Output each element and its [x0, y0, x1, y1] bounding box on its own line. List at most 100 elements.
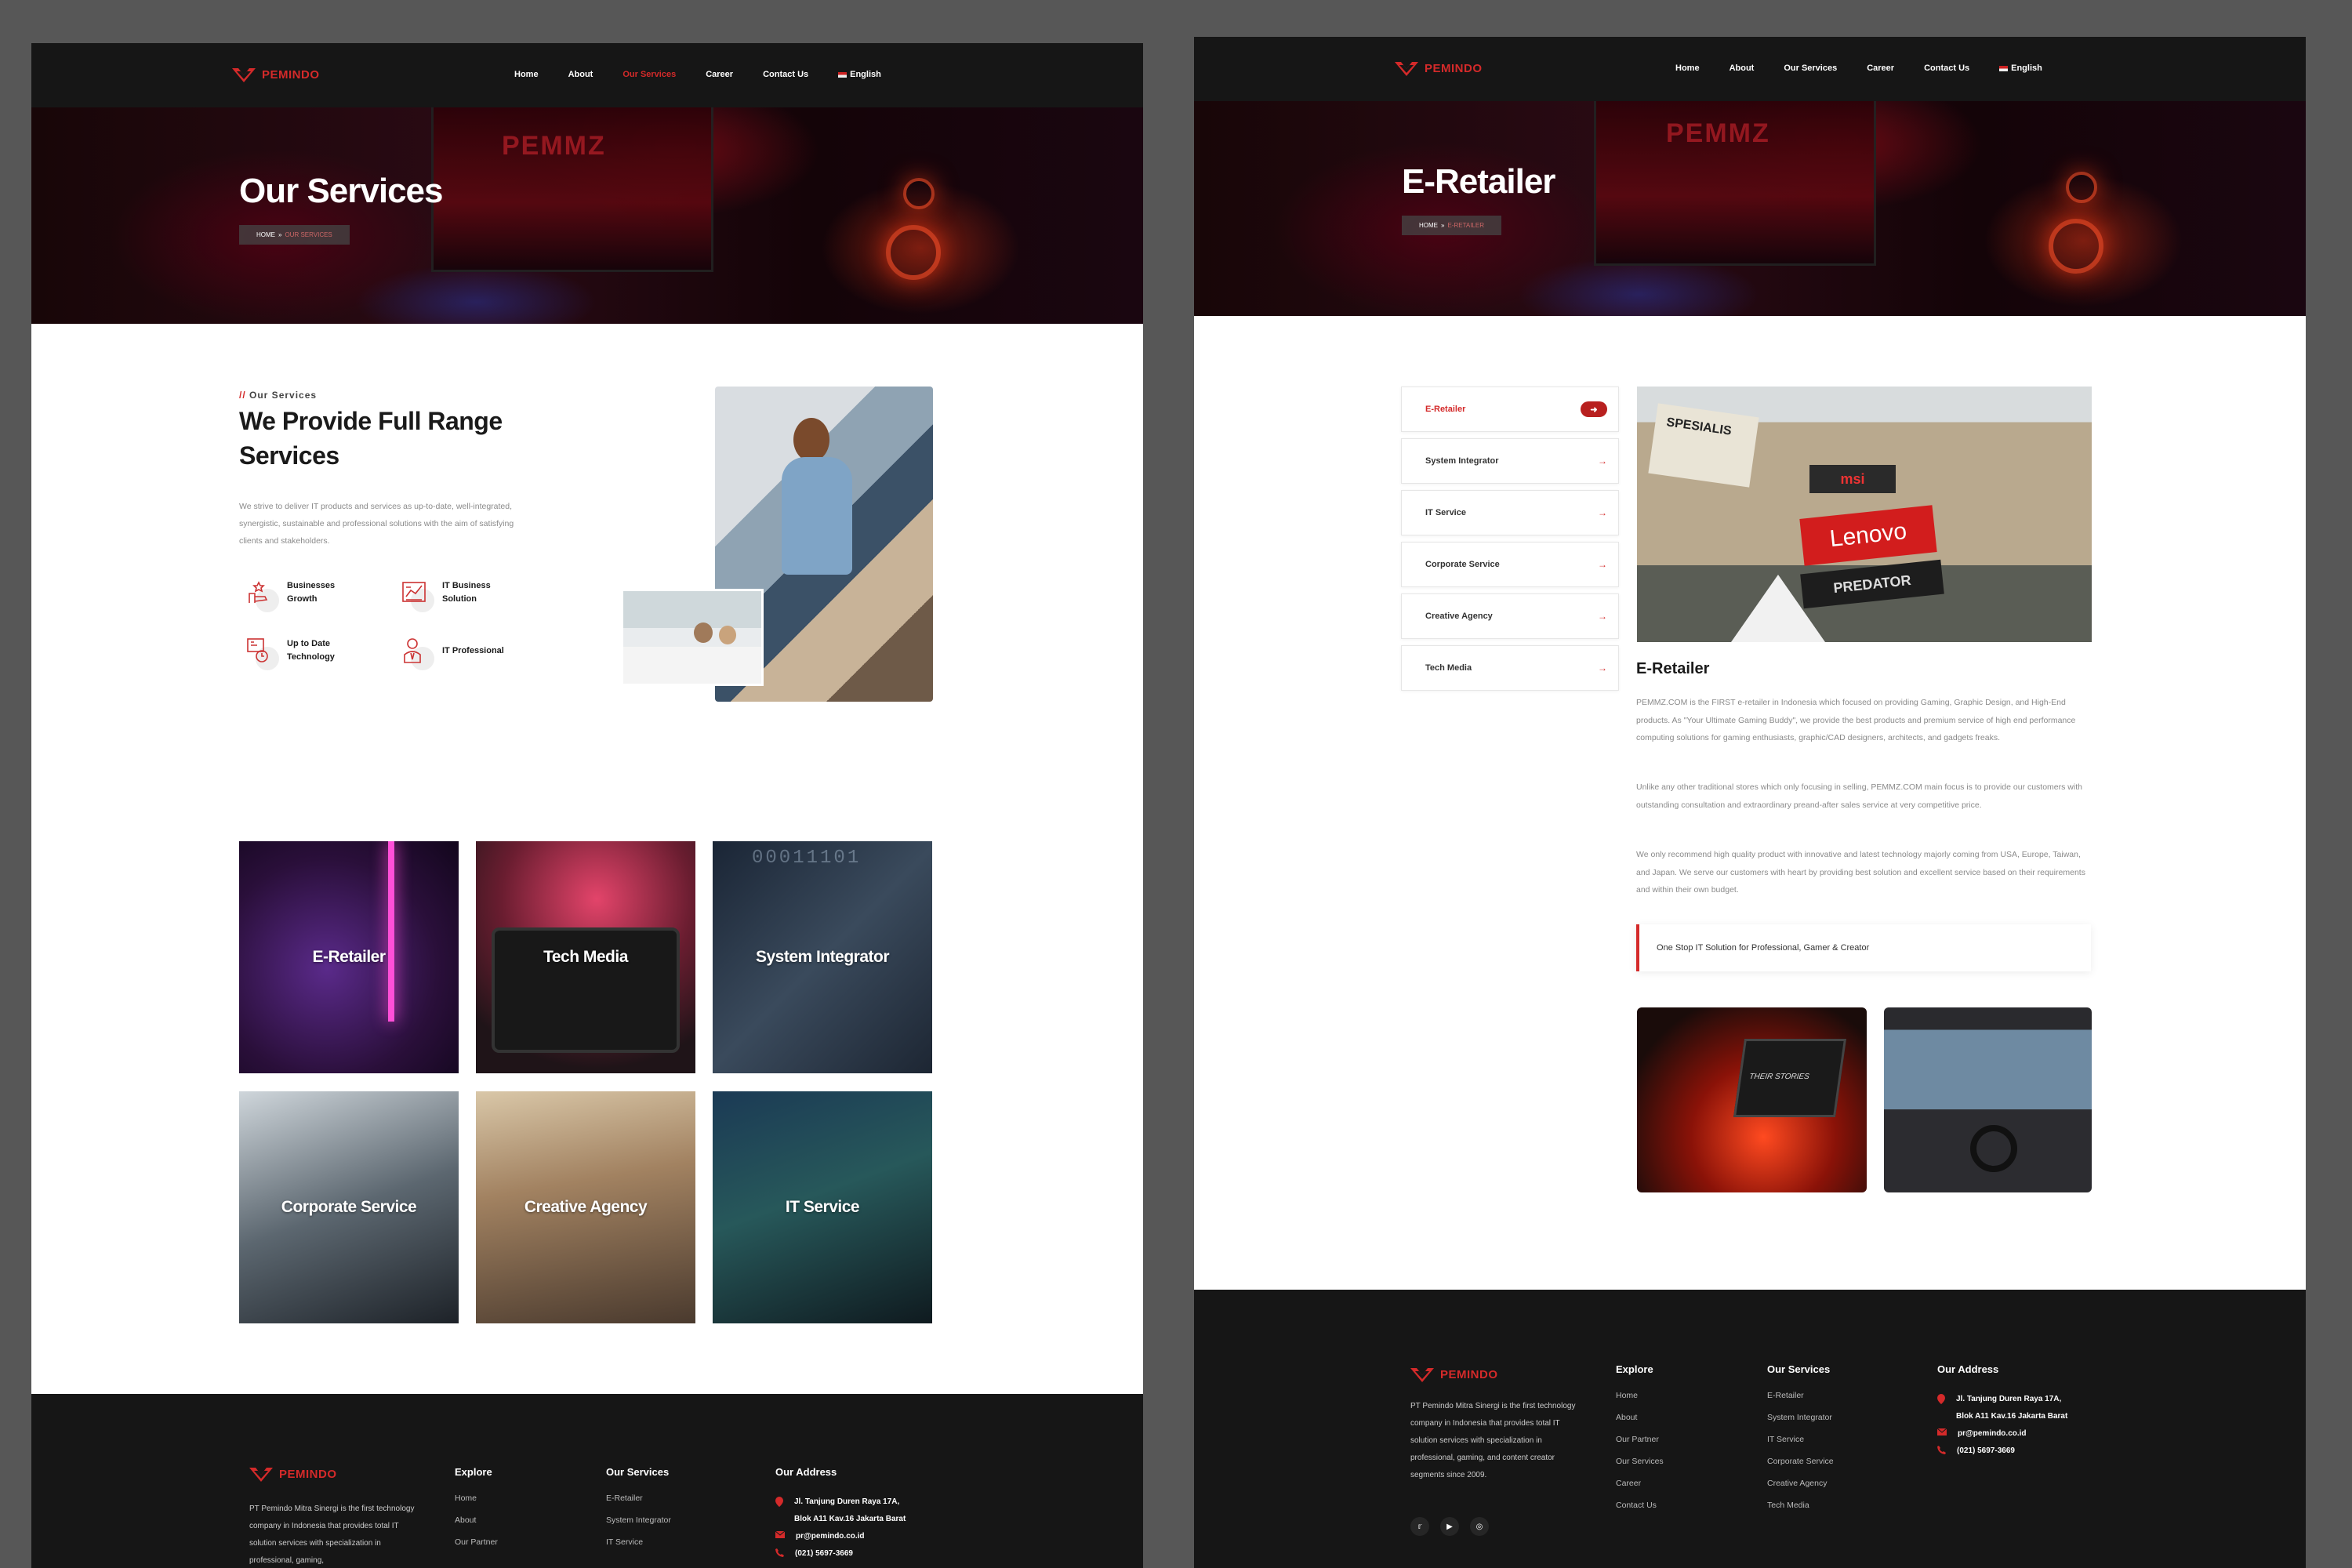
phone-line[interactable]: (021) 5697-3669 [1937, 1443, 2067, 1460]
service-tile-creative-agency[interactable]: Creative Agency [476, 1091, 695, 1323]
brand-logo[interactable]: PEMINDO [230, 65, 320, 84]
instagram-icon[interactable]: ◎ [1470, 1517, 1489, 1536]
main-menu: Home About Our Services Career Contact U… [514, 70, 881, 79]
professional-icon [398, 634, 434, 670]
chart-icon [398, 576, 434, 612]
sidebar-item-system-integrator[interactable]: System Integrator → [1401, 438, 1619, 484]
feature-item: Up to Date Technology [243, 634, 358, 670]
footer-link[interactable]: Tech Media [1767, 1501, 1834, 1510]
footer-email[interactable]: pr@pemindo.co.id [796, 1528, 865, 1545]
footer-phone[interactable]: (021) 5697-3669 [795, 1545, 853, 1563]
site-footer: PEMINDO PT Pemindo Mitra Sinergi is the … [1194, 1290, 2306, 1568]
tile-label: Creative Agency [524, 1198, 648, 1216]
language-selector[interactable]: English [1999, 64, 2042, 73]
social-links: 𝕣 ▶ ◎ [1410, 1517, 1489, 1536]
phone-icon [775, 1548, 784, 1557]
nav-about[interactable]: About [568, 70, 593, 79]
footer-link[interactable]: Career [1616, 1479, 1664, 1488]
breadcrumb-current: OUR SERVICES [285, 231, 332, 238]
logo-icon [248, 1465, 274, 1483]
flag-icon [1999, 65, 2009, 71]
footer-logo[interactable]: PEMINDO [1409, 1365, 1498, 1384]
nav-home[interactable]: Home [514, 70, 539, 79]
breadcrumb-home[interactable]: HOME [256, 231, 275, 238]
service-tile-e-retailer[interactable]: E-Retailer [239, 841, 459, 1073]
arrow-right-icon: → [1598, 662, 1607, 673]
footer-services: Our Services E-Retailer System Integrato… [1767, 1363, 1834, 1523]
nav-career[interactable]: Career [706, 70, 733, 79]
content-paragraph: PEMMZ.COM is the FIRST e-retailer in Ind… [1636, 698, 2076, 742]
service-tile-corporate-service[interactable]: Corporate Service [239, 1091, 459, 1323]
footer-address: Our Address Jl. Tanjung Duren Raya 17A, B… [775, 1466, 906, 1563]
page-hero: PEMMZ Our Services HOME » OUR SERVICES [31, 107, 1143, 324]
address-1: Jl. Tanjung Duren Raya 17A, [794, 1497, 900, 1506]
hero-fan [2049, 219, 2103, 274]
nav-our-services[interactable]: Our Services [622, 70, 676, 79]
address-1: Jl. Tanjung Duren Raya 17A, [1956, 1395, 2062, 1403]
language-selector[interactable]: English [838, 70, 881, 79]
footer-phone[interactable]: (021) 5697-3669 [1957, 1443, 2015, 1460]
youtube-icon[interactable]: ▶ [1440, 1517, 1459, 1536]
page-title: E-Retailer [1402, 162, 1555, 201]
footer-services: Our Services E-Retailer System Integrato… [606, 1466, 671, 1559]
footer-link[interactable]: About [455, 1515, 498, 1525]
address-line: Jl. Tanjung Duren Raya 17A, Blok A11 Kav.… [1937, 1391, 2067, 1425]
feature-label: Up to Date Technology [287, 639, 335, 662]
nav-contact[interactable]: Contact Us [763, 70, 808, 79]
breadcrumb-current: E-RETAILER [1447, 222, 1484, 229]
email-line[interactable]: pr@pemindo.co.id [1937, 1425, 2067, 1443]
sidebar-label: Creative Agency [1425, 612, 1493, 621]
footer-link[interactable]: System Integrator [606, 1515, 671, 1525]
highlight-quote: One Stop IT Solution for Professional, G… [1636, 924, 2091, 971]
footer-heading: Our Services [606, 1466, 670, 1478]
footer-logo[interactable]: PEMINDO [248, 1465, 337, 1483]
footer-link[interactable]: E-Retailer [606, 1494, 671, 1503]
logo-icon [230, 65, 257, 84]
footer-heading: Explore [1616, 1363, 1653, 1375]
sidebar-item-corporate-service[interactable]: Corporate Service → [1401, 542, 1619, 587]
footer-link[interactable]: IT Service [606, 1537, 671, 1547]
sidebar-item-tech-media[interactable]: Tech Media → [1401, 645, 1619, 691]
brand-logo[interactable]: PEMINDO [1393, 59, 1483, 78]
footer-link[interactable]: System Integrator [1767, 1413, 1834, 1422]
footer-link[interactable]: Our Partner [455, 1537, 498, 1547]
breadcrumb-separator: » [1441, 222, 1445, 229]
footer-link[interactable]: E-Retailer [1767, 1391, 1834, 1400]
footer-email[interactable]: pr@pemindo.co.id [1958, 1425, 2027, 1443]
footer-link[interactable]: Our Partner [1616, 1435, 1664, 1444]
top-navbar: PEMINDO Home About Our Services Career C… [1194, 37, 2306, 101]
nav-our-services[interactable]: Our Services [1784, 64, 1837, 73]
footer-explore: Explore Home About Our Partner Our Servi… [1616, 1363, 1664, 1523]
service-tile-tech-media[interactable]: Tech Media [476, 841, 695, 1073]
footer-link[interactable]: Contact Us [1616, 1501, 1664, 1510]
breadcrumb-home[interactable]: HOME [1419, 222, 1438, 229]
footer-link[interactable]: Home [1616, 1391, 1664, 1400]
gallery-photo-simulator [1884, 1007, 2092, 1192]
feature-item: Businesses Growth [243, 576, 358, 612]
sidebar-item-it-service[interactable]: IT Service → [1401, 490, 1619, 535]
mail-icon [775, 1531, 785, 1538]
footer-link[interactable]: Creative Agency [1767, 1479, 1834, 1488]
brand-name: PEMINDO [1425, 61, 1483, 75]
footer-link[interactable]: About [1616, 1413, 1664, 1422]
feature-label: IT Professional [442, 645, 504, 655]
phone-line[interactable]: (021) 5697-3669 [775, 1545, 906, 1563]
breadcrumb-separator: » [278, 231, 282, 238]
service-tile-system-integrator[interactable]: 00011101 System Integrator [713, 841, 932, 1073]
nav-about[interactable]: About [1730, 64, 1755, 73]
sidebar-item-e-retailer[interactable]: E-Retailer ➜ [1401, 387, 1619, 432]
email-line[interactable]: pr@pemindo.co.id [775, 1528, 906, 1545]
logo-icon [1393, 59, 1420, 78]
location-pin-icon [1937, 1394, 1945, 1404]
feature-item: IT Professional [398, 634, 513, 670]
footer-link[interactable]: Corporate Service [1767, 1457, 1834, 1466]
footer-link[interactable]: IT Service [1767, 1435, 1834, 1444]
sidebar-item-creative-agency[interactable]: Creative Agency → [1401, 593, 1619, 639]
nav-contact[interactable]: Contact Us [1924, 64, 1969, 73]
nav-home[interactable]: Home [1675, 64, 1700, 73]
service-tile-it-service[interactable]: IT Service [713, 1091, 932, 1323]
footer-link[interactable]: Home [455, 1494, 498, 1503]
footer-link[interactable]: Our Services [1616, 1457, 1664, 1466]
twitter-icon[interactable]: 𝕣 [1410, 1517, 1429, 1536]
nav-career[interactable]: Career [1867, 64, 1894, 73]
